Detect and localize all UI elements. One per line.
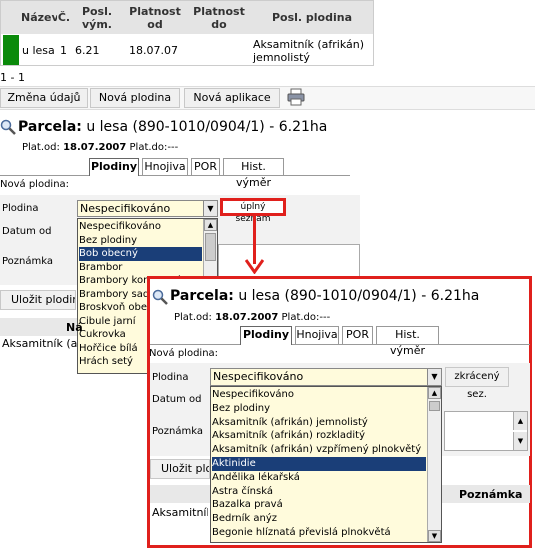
parcel-validity: Plat.od: 18.07.2007 Plat.do:---: [22, 142, 178, 153]
zoom-crop-dropdown-list[interactable]: Nespecifikováno Bez plodiny Aksamitník (af…: [210, 386, 442, 543]
dropdown-option[interactable]: Aktinidie: [212, 456, 426, 471]
cell-platnost-od: 18.07.07: [129, 44, 178, 57]
crop-select[interactable]: Nespecifikováno ▼: [77, 200, 218, 217]
col-posl-plodina: Posl. plodina: [251, 11, 373, 24]
zoom-magnifier-icon: [152, 289, 168, 305]
zoom-plat-do-value: ---: [319, 312, 331, 323]
cell-cislo: 1: [60, 44, 67, 57]
col-platnost-do: Platnost do: [189, 5, 249, 31]
dropdown-option[interactable]: Aksamitník (afrikán) jemnolistý: [212, 416, 426, 430]
zoom-plat-od-label: Plat.od:: [174, 312, 212, 323]
parcel-heading: Parcela: u lesa (890-1010/0904/1) - 6.21…: [18, 119, 327, 135]
zoom-new-crop-section-title: Nová plodina:: [149, 348, 219, 359]
new-crop-section-title: Nová plodina:: [0, 179, 70, 190]
plat-do-label: Plat.do:: [129, 142, 168, 153]
dropdown-option[interactable]: Bez plodiny: [212, 402, 426, 416]
row-status-marker: [3, 35, 19, 65]
col-cislo: Č.: [57, 11, 71, 24]
col-platnost-od: Platnost od: [125, 5, 185, 31]
scroll-up-icon[interactable]: ▲: [204, 219, 217, 231]
cell-nazev: u lesa: [22, 44, 55, 57]
crop-table: Název Č. Posl. vým. Platnost od Platnost…: [0, 0, 374, 66]
save-crop-button[interactable]: Uložit plodinu: [0, 290, 76, 310]
dropdown-option[interactable]: Bedrník anýz: [212, 512, 426, 526]
zoom-tab-bar: [150, 344, 530, 345]
zoom-crop-label: Plodina: [152, 372, 189, 383]
printer-icon[interactable]: [287, 88, 305, 106]
zoom-parcel-title: u lesa (890-1010/0904/1) - 6.21ha: [238, 288, 480, 304]
cell-posl-vym: 6.21: [75, 44, 100, 57]
zoom-crop-select-value: Nespecifikováno: [213, 370, 304, 383]
zoom-note-label: Poznámka: [152, 426, 203, 437]
col-posl-vym: Posl. vým.: [75, 5, 119, 31]
zoom-bottom-row-text[interactable]: Aksamitník (afr: [152, 506, 208, 519]
zoom-parcel-heading: Parcela: u lesa (890-1010/0904/1) - 6.21…: [170, 288, 479, 304]
plat-od-value: 18.07.2007: [63, 142, 127, 153]
tab-hnojiva[interactable]: Hnojiva: [142, 158, 188, 175]
bottom-col-label: Ná: [66, 321, 83, 334]
tab-plodiny[interactable]: Plodiny: [89, 158, 139, 176]
bottom-row-text[interactable]: Aksamitník (afr: [2, 337, 77, 350]
tab-bar: [0, 175, 350, 176]
plat-do-value: ---: [167, 142, 179, 153]
zoom-tab-hnojiva[interactable]: Hnojiva: [295, 326, 339, 344]
dropdown-option[interactable]: Nespecifikováno: [212, 388, 426, 402]
dropdown-option[interactable]: Brambor: [79, 261, 202, 275]
zoom-dropdown-items: Nespecifikováno Bez plodiny Aksamitník (af…: [212, 388, 426, 540]
scroll-thumb[interactable]: [205, 233, 216, 261]
zoom-note-scroll-down-icon[interactable]: ▼: [513, 432, 527, 450]
date-label: Datum od: [2, 226, 52, 237]
zoom-scroll-thumb[interactable]: [429, 401, 440, 411]
dropdown-option[interactable]: Bez plodiny: [79, 234, 202, 248]
new-crop-button[interactable]: Nová plodina: [90, 88, 180, 108]
zoom-tab-plodiny[interactable]: Plodiny: [240, 326, 292, 345]
bottom-table-header: Ná: [0, 318, 83, 336]
cell-posl-plodina: Aksamitník (afrikán) jemnolistý: [253, 38, 365, 64]
zoom-tab-hist-vymer[interactable]: Hist. výměr: [376, 326, 439, 357]
pager: 1 - 1: [0, 71, 25, 84]
dropdown-option[interactable]: Bazalka pravá: [212, 498, 426, 512]
zoom-save-crop-button[interactable]: Uložit plodinu: [150, 459, 210, 479]
new-application-button[interactable]: Nová aplikace: [184, 88, 280, 108]
dropdown-option[interactable]: Andělika lékařská: [212, 471, 426, 485]
zoom-scroll-down-icon[interactable]: ▼: [428, 530, 441, 542]
parcel-title: u lesa (890-1010/0904/1) - 6.21ha: [86, 119, 328, 135]
zoom-chevron-down-icon[interactable]: ▼: [427, 369, 441, 385]
table-row[interactable]: u lesa 1 6.21 18.07.07 Aksamitník (afrik…: [1, 35, 373, 65]
note-label: Poznámka: [2, 256, 53, 267]
zoom-date-label: Datum od: [152, 394, 202, 405]
magnifier-icon: [0, 119, 16, 135]
dropdown-option[interactable]: Bob obecný: [79, 247, 202, 261]
zoom-note-textarea[interactable]: ▲ ▼: [444, 411, 528, 451]
zoom-note-scroll-up-icon[interactable]: ▲: [513, 412, 527, 430]
change-details-button[interactable]: Změna údajů: [0, 88, 88, 108]
col-nazev: Název: [21, 11, 59, 24]
chevron-down-icon[interactable]: ▼: [203, 201, 217, 216]
zoom-tab-por[interactable]: POR: [342, 326, 373, 344]
connector-line-v: [253, 214, 256, 264]
tab-por[interactable]: POR: [191, 158, 220, 175]
zoom-parcel-label: Parcela:: [170, 288, 234, 304]
zoom-crop-select[interactable]: Nespecifikováno ▼: [210, 368, 442, 386]
zoom-parcel-validity: Plat.od: 18.07.2007 Plat.do:---: [174, 312, 330, 323]
dropdown-option[interactable]: Aksamitník (afrikán) vzpřímený plnokvětý: [212, 443, 426, 457]
zoom-bottom-col-note: Poznámka: [459, 488, 523, 501]
short-list-button[interactable]: zkrácený sez.: [445, 367, 509, 400]
zoom-plat-od-value: 18.07.2007: [215, 312, 279, 323]
tab-hist-vymer[interactable]: Hist. výměr: [223, 158, 284, 189]
plat-od-label: Plat.od:: [22, 142, 60, 153]
dropdown-option[interactable]: Nespecifikováno: [79, 220, 202, 234]
dropdown-option[interactable]: Aksamitník (afrikán) rozkladitý: [212, 429, 426, 443]
dropdown-option[interactable]: Begonie hlíznatá převislá plnokvětá: [212, 526, 426, 540]
crop-select-value: Nespecifikováno: [80, 202, 171, 215]
arrow-down-icon: [244, 258, 265, 275]
zoom-scroll-up-icon[interactable]: ▲: [428, 387, 441, 399]
parcel-label: Parcela:: [18, 119, 82, 135]
zoom-dropdown-scrollbar[interactable]: ▲ ▼: [427, 387, 441, 542]
crop-label: Plodina: [2, 203, 39, 214]
zoom-plat-do-label: Plat.do:: [281, 312, 320, 323]
dropdown-option[interactable]: Astra čínská: [212, 485, 426, 499]
